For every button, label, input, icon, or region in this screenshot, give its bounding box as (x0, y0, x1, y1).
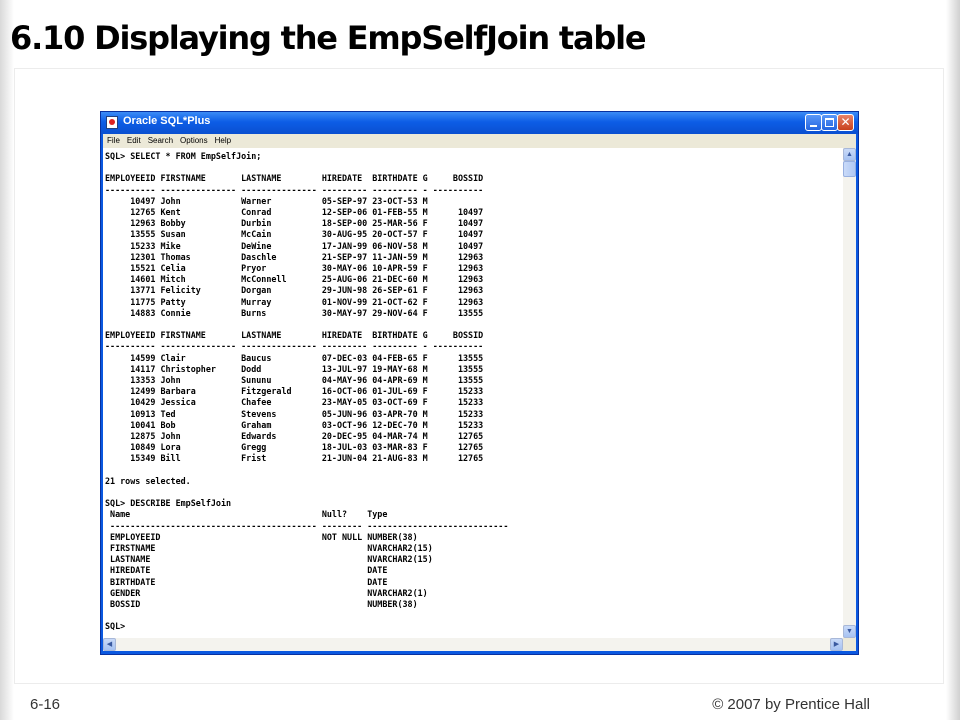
console-line: EMPLOYEEID NOT NULL NUMBER(38) (105, 531, 418, 542)
console-line: 15349 Bill Frist 21-JUN-04 21-AUG-83 M 1… (105, 453, 484, 464)
console-line: 10913 Ted Stevens 05-JUN-96 03-APR-70 M … (105, 408, 484, 419)
console-line: 12765 Kent Conrad 12-SEP-06 01-FEB-55 M … (105, 207, 484, 217)
console-line: 14883 Connie Burns 30-MAY-97 29-NOV-64 F… (105, 307, 484, 318)
sqlplus-window: Oracle SQL*Plus ✕ File Edit Search Options H… (100, 111, 859, 655)
console-line: SQL> (105, 621, 126, 632)
console-line: 15233 Mike DeWine 17-JAN-99 06-NOV-58 M … (105, 240, 484, 251)
menu-edit[interactable]: Edit (123, 134, 144, 148)
console-line: FIRSTNAME NVARCHAR2(15) (105, 543, 433, 553)
console-line: 10849 Lora Gregg 18-JUL-03 03-MAR-83 F 1… (105, 442, 484, 453)
console-line: 14117 Christopher Dodd 13-JUL-97 19-MAY-… (105, 363, 484, 374)
console-line: 13353 John Sununu 04-MAY-96 04-APR-69 M … (105, 375, 484, 385)
vertical-scrollbar[interactable]: ▲ ▼ (843, 148, 856, 638)
window-title: Oracle SQL*Plus (123, 115, 211, 127)
slide-footer: 6-16 © 2007 by Prentice Hall (0, 688, 960, 720)
console-line: Name Null? Type (105, 509, 388, 520)
console-line: EMPLOYEEID FIRSTNAME LASTNAME HIREDATE B… (105, 330, 484, 341)
console-line: ---------- --------------- -------------… (105, 184, 484, 195)
console-line: EMPLOYEEID FIRSTNAME LASTNAME HIREDATE B… (105, 173, 484, 184)
menu-options[interactable]: Options (176, 134, 211, 148)
console-line: 21 rows selected. (105, 475, 191, 486)
menu-search[interactable]: Search (144, 134, 176, 148)
console-line: 14599 Clair Baucus 07-DEC-03 04-FEB-65 F… (105, 352, 484, 363)
console-line: 10041 Bob Graham 03-OCT-96 12-DEC-70 M 1… (105, 419, 484, 430)
menu-help[interactable]: Help (211, 134, 234, 148)
page-number: 6-16 (30, 696, 61, 713)
sqlplus-app-icon[interactable] (106, 116, 118, 129)
menu-bar: File Edit Search Options Help (103, 134, 856, 148)
horizontal-scrollbar[interactable]: ◀ ▶ (103, 638, 843, 651)
arrow-up-icon[interactable]: ▲ (843, 148, 856, 161)
console-line: BIRTHDATE DATE (105, 576, 388, 587)
console-line: SQL> SELECT * FROM EmpSelfJoin; (105, 151, 262, 161)
maximize-icon[interactable] (821, 114, 838, 131)
console-output[interactable]: SQL> SELECT * FROM EmpSelfJoin; EMPLOYEEI… (103, 148, 843, 638)
console-line: GENDER NVARCHAR2(1) (105, 587, 428, 598)
arrow-down-icon[interactable]: ▼ (843, 625, 856, 638)
console-line: 12301 Thomas Daschle 21-SEP-97 11-JAN-59… (105, 251, 484, 262)
console-line: 14601 Mitch McConnell 25-AUG-06 21-DEC-6… (105, 274, 484, 285)
console-line: 13771 Felicity Dorgan 29-JUN-98 26-SEP-6… (105, 285, 484, 296)
console-line: 12499 Barbara Fitzgerald 16-OCT-06 01-JU… (105, 386, 484, 397)
arrow-left-icon[interactable]: ◀ (103, 638, 116, 651)
arrow-right-icon[interactable]: ▶ (830, 638, 843, 651)
slide-title: 6.10 Displaying the EmpSelfJoin table (10, 19, 647, 57)
console-line: ---------- --------------- -------------… (105, 341, 484, 352)
console-line: 11775 Patty Murray 01-NOV-99 21-OCT-62 F… (105, 296, 484, 307)
console-line: 10429 Jessica Chafee 23-MAY-05 03-OCT-69… (105, 397, 484, 408)
window-titlebar[interactable]: Oracle SQL*Plus ✕ (101, 112, 858, 134)
console-line: HIREDATE DATE (105, 565, 388, 576)
close-icon[interactable]: ✕ (837, 114, 854, 131)
console-line: 15521 Celia Pryor 30-MAY-06 10-APR-59 F … (105, 263, 484, 273)
console-line: 12963 Bobby Durbin 18-SEP-00 25-MAR-56 F… (105, 218, 484, 229)
console-line: 12875 John Edwards 20-DEC-95 04-MAR-74 M… (105, 431, 484, 441)
console-line: BOSSID NUMBER(38) (105, 599, 418, 609)
vertical-scroll-thumb[interactable] (843, 161, 856, 177)
console-line: ----------------------------------------… (105, 520, 509, 531)
console-line: SQL> DESCRIBE EmpSelfJoin (105, 498, 232, 509)
console-line: 13555 Susan McCain 30-AUG-95 20-OCT-57 F… (105, 229, 484, 240)
minimize-icon[interactable] (805, 114, 822, 131)
console-line: 10497 John Warner 05-SEP-97 23-OCT-53 M (105, 195, 428, 206)
menu-file[interactable]: File (103, 134, 123, 148)
console-line: LASTNAME NVARCHAR2(15) (105, 554, 433, 565)
scrollbar-corner (843, 638, 856, 651)
copyright-notice: © 2007 by Prentice Hall (712, 696, 870, 713)
